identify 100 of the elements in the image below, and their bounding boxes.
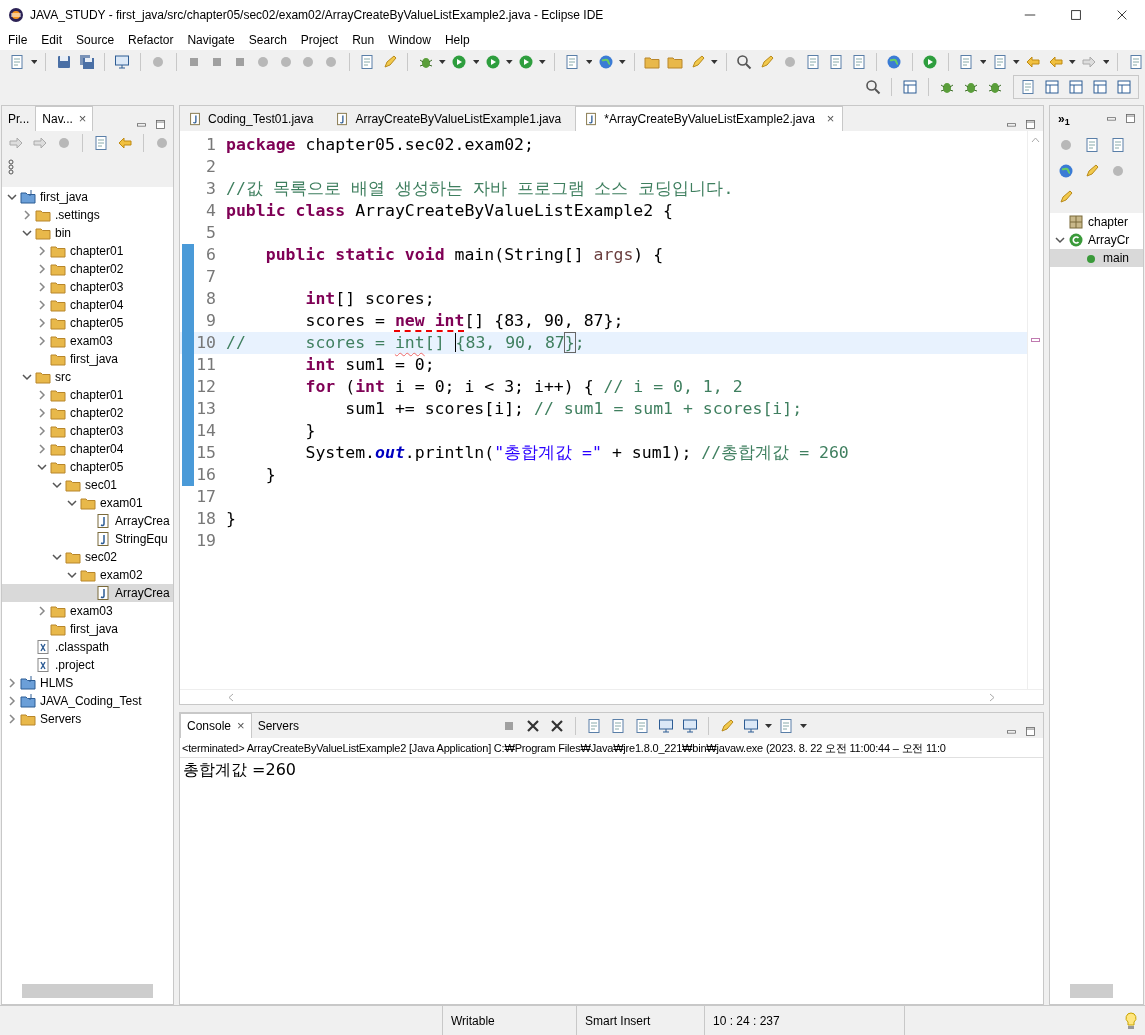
editor-tab[interactable]: Coding_Test01.java [180, 106, 328, 131]
tree-item[interactable]: .settings [2, 206, 173, 224]
tree-item[interactable]: first_java [2, 620, 173, 638]
tree-item[interactable]: exam03 [2, 332, 173, 350]
view-menu-icon[interactable] [8, 159, 14, 175]
scrollbar-thumb[interactable] [22, 984, 153, 998]
tree-item[interactable]: exam02 [2, 566, 173, 584]
tree-item[interactable]: chapter02 [2, 260, 173, 278]
scrollbar-thumb[interactable] [1070, 984, 1113, 998]
tree-item[interactable]: exam03 [2, 602, 173, 620]
collapsed-chevron-icon[interactable] [37, 300, 47, 310]
menu-item[interactable]: Run [345, 31, 382, 49]
tree-item[interactable]: src [2, 368, 173, 386]
collapsed-chevron-icon[interactable] [37, 264, 47, 274]
expanded-chevron-icon[interactable] [67, 570, 77, 580]
dropdown-caret-icon[interactable] [1012, 59, 1020, 64]
editor-tab[interactable]: ArrayCreateByValueListExample1.java [327, 106, 576, 131]
expanded-chevron-icon[interactable] [52, 480, 62, 490]
tree-item[interactable]: main [1050, 249, 1143, 267]
panel-tab[interactable]: Nav... × [35, 106, 94, 131]
menu-item[interactable]: Help [437, 31, 477, 49]
tree-item[interactable]: JAVA_Coding_Test [2, 692, 173, 710]
dropdown-caret-icon[interactable] [472, 59, 480, 64]
overflow-tabs-button[interactable]: »$_{1}$ [1050, 109, 1070, 128]
maximize-icon[interactable] [1024, 725, 1037, 738]
tree-item[interactable]: Servers [2, 710, 173, 728]
annotation-marker[interactable] [1031, 338, 1040, 342]
menu-item[interactable]: Search [241, 31, 294, 49]
collapsed-chevron-icon[interactable] [22, 210, 32, 220]
collapsed-chevron-icon[interactable] [7, 714, 17, 724]
dropdown-caret-icon[interactable] [711, 59, 718, 64]
collapsed-chevron-icon[interactable] [37, 426, 47, 436]
tree-item[interactable]: sec02 [2, 548, 173, 566]
collapsed-chevron-icon[interactable] [37, 246, 47, 256]
panel-tab[interactable]: Servers [251, 713, 305, 738]
dropdown-caret-icon[interactable] [30, 59, 38, 64]
dropdown-caret-icon[interactable] [585, 59, 593, 64]
dropdown-caret-icon[interactable] [765, 723, 772, 728]
menu-item[interactable]: Navigate [180, 31, 242, 49]
menu-item[interactable]: Source [69, 31, 122, 49]
tree-item[interactable]: bin [2, 224, 173, 242]
tree-item[interactable]: ArrayCrea [2, 584, 173, 602]
dropdown-caret-icon[interactable] [1069, 59, 1076, 64]
tree-item[interactable]: chapter04 [2, 296, 173, 314]
tree-item[interactable]: first_java [2, 350, 173, 368]
panel-tab[interactable]: Console × [180, 713, 252, 738]
close-tab-button[interactable]: × [237, 716, 245, 736]
expanded-chevron-icon[interactable] [67, 498, 77, 508]
dropdown-caret-icon[interactable] [800, 723, 807, 728]
tree-item[interactable]: chapter01 [2, 242, 173, 260]
collapsed-chevron-icon[interactable] [37, 408, 47, 418]
maximize-icon[interactable] [154, 118, 167, 131]
tree-item[interactable]: chapter03 [2, 422, 173, 440]
dropdown-caret-icon[interactable] [506, 59, 513, 64]
menu-item[interactable]: Refactor [121, 31, 181, 49]
collapsed-chevron-icon[interactable] [7, 678, 17, 688]
tree-item[interactable]: chapter03 [2, 278, 173, 296]
tree-item[interactable]: chapter05 [2, 314, 173, 332]
collapsed-chevron-icon[interactable] [37, 336, 47, 346]
menu-item[interactable]: Window [381, 31, 438, 49]
dropdown-caret-icon[interactable] [619, 59, 626, 64]
tree-item[interactable]: chapter01 [2, 386, 173, 404]
expanded-chevron-icon[interactable] [7, 192, 17, 202]
menu-item[interactable]: Edit [34, 31, 70, 49]
close-tab-button[interactable]: × [826, 109, 835, 129]
lightbulb-icon[interactable] [1125, 1011, 1137, 1030]
tree-item[interactable]: .classpath [2, 638, 173, 656]
close-tab-button[interactable]: × [78, 109, 87, 129]
dropdown-caret-icon[interactable] [1102, 59, 1110, 64]
expanded-chevron-icon[interactable] [22, 372, 32, 382]
tree-item[interactable]: sec01 [2, 476, 173, 494]
tree-item[interactable]: ArrayCr [1050, 231, 1143, 249]
tree-item[interactable]: chapter02 [2, 404, 173, 422]
dropdown-caret-icon[interactable] [439, 59, 446, 64]
collapsed-chevron-icon[interactable] [7, 696, 17, 706]
tree-item[interactable]: exam01 [2, 494, 173, 512]
collapsed-chevron-icon[interactable] [37, 390, 47, 400]
collapsed-chevron-icon[interactable] [37, 282, 47, 292]
tree-item[interactable]: .project [2, 656, 173, 674]
editor-tab[interactable]: *ArrayCreateByValueListExample2.java × [575, 106, 844, 131]
tree-item[interactable]: StringEqu [2, 530, 173, 548]
tree-item[interactable]: ArrayCrea [2, 512, 173, 530]
tree-item[interactable]: chapter [1050, 213, 1143, 231]
maximize-icon[interactable] [1124, 112, 1137, 125]
expanded-chevron-icon[interactable] [52, 552, 62, 562]
horizontal-scrollbar[interactable] [180, 689, 1043, 704]
tree-item[interactable]: HLMS [2, 674, 173, 692]
dropdown-caret-icon[interactable] [539, 59, 547, 64]
collapsed-chevron-icon[interactable] [37, 606, 47, 616]
panel-tab[interactable]: Pr... [2, 106, 36, 131]
collapsed-chevron-icon[interactable] [37, 444, 47, 454]
dropdown-caret-icon[interactable] [979, 59, 987, 64]
expanded-chevron-icon[interactable] [1055, 235, 1065, 245]
tree-item[interactable]: first_java [2, 188, 173, 206]
menu-item[interactable]: Project [293, 31, 346, 49]
expanded-chevron-icon[interactable] [22, 228, 32, 238]
menu-item[interactable]: File [1, 31, 35, 49]
collapsed-chevron-icon[interactable] [37, 318, 47, 328]
expanded-chevron-icon[interactable] [37, 462, 47, 472]
maximize-icon[interactable] [1024, 118, 1037, 131]
